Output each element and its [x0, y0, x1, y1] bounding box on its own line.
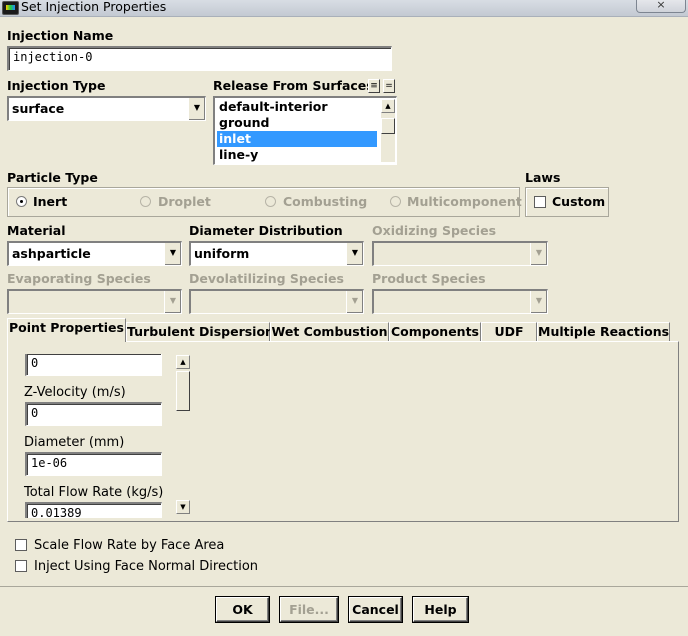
injection-type-label: Injection Type [7, 78, 106, 93]
chevron-down-icon: ▼ [530, 243, 547, 265]
point-properties-scrollbar[interactable]: ▲ ▼ [176, 355, 190, 514]
list-item-selected[interactable]: inlet [217, 131, 377, 147]
particle-type-label: Particle Type [7, 170, 98, 185]
custom-laws-label[interactable]: Custom [552, 194, 605, 209]
chevron-down-icon: ▼ [346, 291, 363, 313]
tab-turbulent-dispersion[interactable]: Turbulent Dispersion [126, 322, 274, 341]
tab-components[interactable]: Components [389, 322, 481, 341]
tab-multiple-reactions[interactable]: Multiple Reactions [537, 322, 670, 341]
custom-laws-checkbox[interactable] [534, 196, 546, 208]
surfaces-scrollbar[interactable]: ▲ [381, 99, 395, 162]
scroll-up-icon[interactable]: ▲ [176, 355, 190, 369]
chevron-down-icon: ▼ [530, 291, 547, 313]
scroll-thumb[interactable] [381, 118, 395, 134]
z-velocity-field[interactable]: 0 [25, 402, 162, 426]
scale-flow-rate-label[interactable]: Scale Flow Rate by Face Area [34, 538, 224, 553]
inject-face-normal-checkbox[interactable] [15, 560, 27, 572]
button-separator [0, 586, 688, 587]
diameter-distribution-select[interactable]: uniform ▼ [189, 241, 364, 266]
laws-group: Custom [525, 187, 609, 217]
laws-label: Laws [525, 170, 561, 185]
diameter-label: Diameter (mm) [24, 435, 125, 450]
material-value: ashparticle [12, 246, 91, 261]
chevron-down-icon[interactable]: ▼ [164, 243, 181, 265]
point-properties-scroll-area: 0 Z-Velocity (m/s) 0 Diameter (mm) 1e-06… [15, 353, 184, 518]
release-surfaces-label: Release From Surfaces [213, 78, 374, 93]
radio-multicomponent-label: Multicomponent [407, 194, 522, 209]
point-properties-panel: 0 Z-Velocity (m/s) 0 Diameter (mm) 1e-06… [7, 341, 679, 574]
product-species-select: ▼ [372, 289, 548, 314]
tab-wet-combustion[interactable]: Wet Combustion [270, 322, 389, 341]
window-title: Set Injection Properties [21, 0, 167, 14]
devolatilizing-species-select: ▼ [189, 289, 364, 314]
radio-inert[interactable] [16, 196, 27, 207]
material-label: Material [7, 223, 66, 238]
list-item[interactable]: line-y [217, 147, 377, 163]
scroll-thumb[interactable] [176, 371, 190, 411]
close-button[interactable]: × [636, 0, 686, 13]
diameter-distribution-label: Diameter Distribution [189, 223, 343, 238]
cancel-button[interactable]: Cancel [349, 597, 402, 622]
release-surfaces-list[interactable]: default-interior ground inlet line-y ▲ [213, 96, 397, 165]
select-all-button[interactable]: ≡ [368, 79, 380, 93]
injection-type-value: surface [12, 101, 65, 116]
scroll-up-icon[interactable]: ▲ [381, 99, 395, 113]
evaporating-species-select: ▼ [7, 289, 182, 314]
app-icon [2, 1, 19, 15]
ok-button[interactable]: OK [216, 597, 269, 622]
tab-point-properties[interactable]: Point Properties [7, 318, 126, 342]
diameter-field[interactable]: 1e-06 [25, 452, 162, 476]
list-item[interactable]: default-interior [217, 99, 377, 115]
file-button: File... [280, 597, 338, 622]
tab-udf[interactable]: UDF [481, 322, 537, 341]
chevron-down-icon[interactable]: ▼ [346, 243, 363, 265]
scroll-down-icon[interactable]: ▼ [176, 500, 190, 514]
inject-face-normal-label[interactable]: Inject Using Face Normal Direction [34, 559, 258, 574]
injection-name-input[interactable]: injection-0 [7, 46, 392, 71]
radio-multicomponent [390, 196, 401, 207]
injection-type-select[interactable]: surface ▼ [7, 96, 206, 121]
radio-droplet [140, 196, 151, 207]
injection-name-label: Injection Name [7, 28, 114, 43]
diameter-distribution-value: uniform [194, 246, 250, 261]
total-flow-rate-label: Total Flow Rate (kg/s) [24, 485, 164, 500]
scale-flow-rate-checkbox[interactable] [15, 539, 27, 551]
oxidizing-species-select: ▼ [372, 241, 548, 266]
z-velocity-label: Z-Velocity (m/s) [24, 385, 126, 400]
title-bar: Set Injection Properties × [0, 0, 688, 17]
devolatilizing-species-label: Devolatilizing Species [189, 271, 344, 286]
top-value-field[interactable]: 0 [25, 354, 162, 376]
particle-type-group: Inert Droplet Combusting Multicomponent [7, 187, 522, 217]
chevron-down-icon[interactable]: ▼ [188, 98, 205, 120]
radio-inert-label[interactable]: Inert [33, 194, 67, 209]
material-select[interactable]: ashparticle ▼ [7, 241, 182, 266]
total-flow-rate-field[interactable]: 0.01389 [25, 502, 162, 518]
oxidizing-species-label: Oxidizing Species [372, 223, 497, 238]
chevron-down-icon: ▼ [164, 291, 181, 313]
deselect-all-button[interactable]: = [383, 79, 395, 93]
radio-droplet-label: Droplet [158, 194, 211, 209]
radio-combusting-label: Combusting [283, 194, 368, 209]
evaporating-species-label: Evaporating Species [7, 271, 151, 286]
radio-combusting [265, 196, 276, 207]
product-species-label: Product Species [372, 271, 486, 286]
help-button[interactable]: Help [413, 597, 468, 622]
list-item[interactable]: ground [217, 115, 377, 131]
